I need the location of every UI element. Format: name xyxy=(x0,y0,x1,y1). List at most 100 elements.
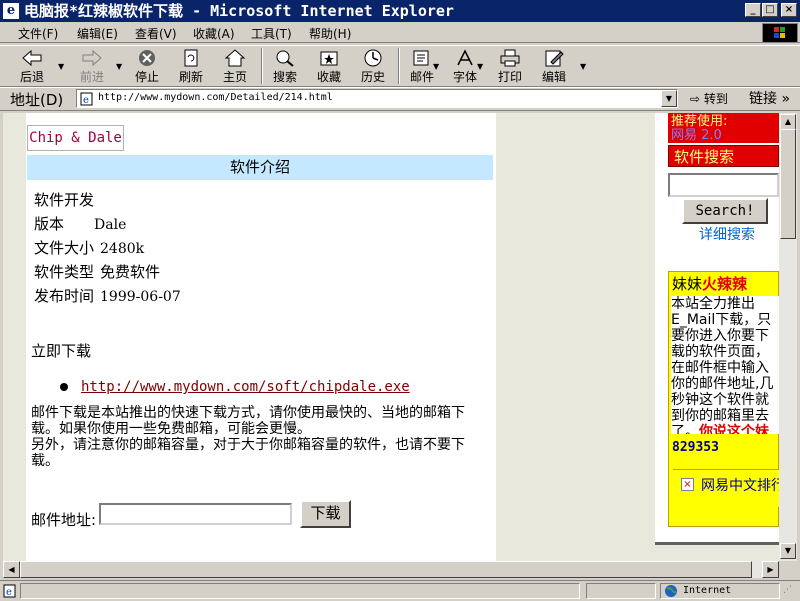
info-label: 发布时间 xyxy=(34,287,95,305)
toolbar-separator xyxy=(398,48,400,84)
email-label: 邮件地址: xyxy=(31,511,97,529)
menu-edit[interactable]: 编辑(E) xyxy=(77,25,118,42)
font-dropdown-icon[interactable]: ▼ xyxy=(477,62,483,71)
info-label: 版本 xyxy=(34,215,65,233)
vertical-scroll-thumb[interactable] xyxy=(780,129,796,239)
horizontal-scrollbar[interactable]: ◀ ▶ xyxy=(3,561,779,578)
go-button[interactable]: ⇨ 转到 xyxy=(690,90,728,107)
address-dropdown-icon[interactable]: ▼ xyxy=(661,90,677,107)
print-icon xyxy=(500,49,520,67)
edit-dropdown-icon[interactable]: ▼ xyxy=(580,62,586,71)
globe-icon xyxy=(665,585,677,597)
page-icon: e xyxy=(80,92,93,106)
scroll-down-icon[interactable]: ▼ xyxy=(780,543,796,559)
status-progress-pane xyxy=(586,583,656,599)
info-developer: 软件开发 xyxy=(34,189,100,210)
title-bar[interactable]: e 电脑报*红辣椒软件下载 - Microsoft Internet Explo… xyxy=(0,0,800,22)
mail-icon xyxy=(413,50,429,66)
broken-image-icon: × xyxy=(681,478,694,491)
scroll-right-icon[interactable]: ▶ xyxy=(762,561,779,578)
info-label: 软件类型 xyxy=(34,263,95,281)
home-button[interactable]: 主页 xyxy=(218,49,252,85)
back-arrow-icon xyxy=(22,49,42,67)
search-button[interactable]: 搜索 xyxy=(268,49,302,85)
netease-link[interactable]: 网易中文排行榜 xyxy=(701,475,779,495)
stop-label: 停止 xyxy=(134,70,159,84)
section-title: 软件介绍 xyxy=(27,155,493,180)
main-panel xyxy=(26,113,496,561)
recommend-link[interactable]: 网易 2.0 xyxy=(671,124,722,143)
forward-button[interactable]: 前进 xyxy=(74,49,110,85)
address-label: 地址(D) xyxy=(10,91,64,109)
promo-code: 829353 xyxy=(672,440,719,455)
home-icon xyxy=(224,49,246,67)
info-label: 软件开发 xyxy=(34,191,95,209)
download-link[interactable]: http://www.mydown.com/soft/chipdale.exe xyxy=(81,379,410,395)
maximize-button[interactable]: □ xyxy=(762,3,778,17)
toolbar-separator xyxy=(261,48,263,84)
advanced-search-link[interactable]: 详细搜索 xyxy=(699,224,755,244)
print-label: 打印 xyxy=(497,70,522,84)
search-label: 搜索 xyxy=(272,70,297,84)
minimize-button[interactable]: _ xyxy=(745,3,761,17)
info-label: 文件大小 xyxy=(34,239,95,257)
back-button[interactable]: 后退 xyxy=(14,49,50,85)
mail-dropdown-icon[interactable]: ▼ xyxy=(433,62,439,71)
favorites-icon xyxy=(320,51,338,66)
search-icon xyxy=(276,50,294,67)
search-input[interactable] xyxy=(668,173,779,197)
edit-label: 编辑 xyxy=(541,70,566,84)
software-search-heading: 软件搜索 xyxy=(668,145,779,167)
list-bullet xyxy=(60,383,68,391)
edit-button[interactable]: 编辑 xyxy=(536,49,572,85)
menu-help[interactable]: 帮助(H) xyxy=(309,25,351,42)
back-label: 后退 xyxy=(19,70,44,84)
menu-favorites[interactable]: 收藏(A) xyxy=(193,25,235,42)
resize-grip-icon[interactable]: ⋰ xyxy=(783,585,792,595)
promo-text: 本站全力推出E_Mail下载，只要你进入你要下载的软件页面，在邮件框中输入你的邮… xyxy=(671,296,779,434)
vertical-scrollbar[interactable]: ▲ ▼ xyxy=(779,113,797,561)
refresh-icon xyxy=(184,49,198,67)
info-date: 发布时间 1999-06-07 xyxy=(34,285,181,306)
svg-text:e: e xyxy=(6,587,12,598)
refresh-label: 刷新 xyxy=(178,70,203,84)
menu-file[interactable]: 文件(F) xyxy=(18,25,58,42)
promo-title-hot: 火辣辣 xyxy=(702,275,748,293)
stop-button[interactable]: 停止 xyxy=(130,49,164,85)
promo-title: 妹妹火辣辣 xyxy=(672,273,747,294)
menu-tools[interactable]: 工具(T) xyxy=(251,25,292,42)
scroll-up-icon[interactable]: ▲ xyxy=(780,114,796,130)
refresh-button[interactable]: 刷新 xyxy=(174,49,208,85)
download-desc-text: 邮件下载是本站推出的快速下载方式，请你使用最快的、当地的邮箱下载。如果你使用一些… xyxy=(31,405,465,437)
scroll-left-icon[interactable]: ◀ xyxy=(3,561,20,578)
close-button[interactable]: × xyxy=(781,3,797,17)
edit-icon xyxy=(545,50,564,67)
menu-bar: 文件(F) 编辑(E) 查看(V) 收藏(A) 工具(T) 帮助(H) xyxy=(0,22,800,43)
status-bar: e Internet ⋰ xyxy=(0,580,800,600)
menu-view[interactable]: 查看(V) xyxy=(135,25,177,42)
search-submit-button[interactable]: Search! xyxy=(682,198,768,224)
favorites-label: 收藏 xyxy=(316,70,341,84)
zone-label: Internet xyxy=(683,585,732,596)
zone-pane: Internet xyxy=(660,583,780,599)
favorites-button[interactable]: 收藏 xyxy=(312,49,346,85)
address-url: http://www.mydown.com/Detailed/214.html xyxy=(98,92,333,103)
download-button[interactable]: 下载 xyxy=(300,500,351,528)
status-text-pane xyxy=(20,583,580,599)
forward-dropdown-icon[interactable]: ▼ xyxy=(116,62,122,71)
promo-body: 本站全力推出E_Mail下载，只要你进入你要下载的软件页面，在邮件框中输入你的邮… xyxy=(671,296,774,434)
print-button[interactable]: 打印 xyxy=(493,49,527,85)
font-icon xyxy=(457,49,473,66)
back-dropdown-icon[interactable]: ▼ xyxy=(58,62,64,71)
stop-icon xyxy=(139,50,155,66)
links-button[interactable]: 链接 » xyxy=(749,88,790,108)
page-content: Chip & Dale 软件介绍 软件开发 版本 Dale 文件大小 2480k 软… xyxy=(3,113,779,561)
email-field[interactable] xyxy=(99,503,292,525)
software-name: Chip & Dale xyxy=(27,125,124,151)
history-button[interactable]: 历史 xyxy=(356,49,390,85)
history-label: 历史 xyxy=(360,70,385,84)
info-filesize: 文件大小 2480k xyxy=(34,237,144,258)
horizontal-scroll-thumb[interactable] xyxy=(20,561,752,578)
info-value: 1999-06-07 xyxy=(100,289,181,305)
window-title: 电脑报*红辣椒软件下载 - Microsoft Internet Explore… xyxy=(24,2,454,20)
